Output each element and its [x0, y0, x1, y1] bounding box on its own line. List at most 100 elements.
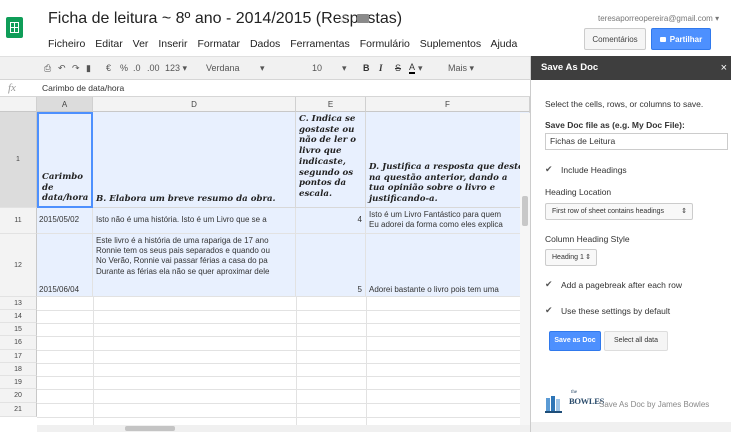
select-arrows-icon: ⇕: [585, 254, 591, 261]
cell-e11[interactable]: 4: [296, 208, 366, 234]
row-header-17[interactable]: 17: [0, 350, 37, 363]
chevron-down-icon[interactable]: ▾: [418, 63, 423, 74]
more-toolbar-button[interactable]: Mais ▾: [448, 63, 474, 74]
grid-line: [93, 297, 94, 432]
currency-format-button[interactable]: €: [106, 63, 111, 73]
default-settings-checkbox[interactable]: ✔: [545, 306, 554, 315]
app-header: Ficha de leitura ~ 8º ano - 2014/2015 (R…: [0, 0, 731, 56]
row-header-19[interactable]: 19: [0, 376, 37, 389]
folder-icon[interactable]: [357, 14, 369, 23]
panel-scrollbar[interactable]: [531, 422, 731, 432]
row-header-15[interactable]: 15: [0, 323, 37, 336]
account-email[interactable]: teresaporreopereira@gmail.com ▾: [598, 14, 719, 23]
filename-label: Save Doc file as (e.g. My Doc File):: [545, 120, 685, 130]
vertical-scrollbar[interactable]: [520, 113, 530, 432]
font-size-select[interactable]: 10: [312, 63, 322, 73]
cell-e12[interactable]: 5: [296, 234, 366, 297]
font-family-select[interactable]: Verdana: [206, 63, 240, 73]
cell-f12[interactable]: Adorei bastante o livro pois tem uma: [366, 234, 530, 297]
cell-f11[interactable]: Isto é um Livro Fantástico para quem Eu …: [366, 208, 530, 234]
column-heading-style-select[interactable]: Heading 1 ⇕: [545, 249, 597, 266]
cell-a1[interactable]: Carimbo de data/hora: [37, 112, 93, 208]
column-header-a[interactable]: A: [37, 97, 93, 112]
percent-format-button[interactable]: %: [120, 63, 128, 73]
row-header-18[interactable]: 18: [0, 363, 37, 376]
grid-line: [37, 336, 520, 337]
formula-bar: fx Carimbo de data/hora: [0, 80, 530, 97]
strikethrough-button[interactable]: S: [395, 63, 401, 73]
spreadsheet-grid[interactable]: A D E F 1 11 12 13 14 15 16 17 18 19 20 …: [0, 97, 530, 432]
heading-location-select[interactable]: First row of sheet contains headings ⇕: [545, 203, 693, 220]
row-header-13[interactable]: 13: [0, 297, 37, 310]
close-icon[interactable]: ×: [721, 62, 727, 74]
row-header-12[interactable]: 12: [0, 234, 37, 297]
grid-line: [296, 297, 297, 432]
row-header-20[interactable]: 20: [0, 389, 37, 403]
row-header-1[interactable]: 1: [0, 112, 37, 208]
cell-f1[interactable]: D. Justifica a resposta que deste na que…: [366, 112, 530, 208]
include-headings-checkbox[interactable]: ✔: [545, 165, 554, 174]
sheets-logo-icon[interactable]: [6, 17, 23, 38]
vertical-scroll-thumb[interactable]: [522, 196, 528, 226]
menu-form[interactable]: Formulário: [360, 38, 410, 50]
cell-d1[interactable]: B. Elabora um breve resumo da obra.: [93, 112, 296, 208]
save-as-doc-button[interactable]: Save as Doc: [549, 331, 601, 351]
redo-icon[interactable]: ↷: [72, 63, 80, 74]
share-button[interactable]: Partilhar: [651, 28, 711, 50]
cell-d12[interactable]: Este livro é a história de uma rapariga …: [93, 234, 296, 297]
menu-view[interactable]: Ver: [133, 38, 149, 50]
panel-title: Save As Doc: [541, 62, 599, 73]
text-color-button[interactable]: A: [409, 63, 416, 74]
account-email-text: teresaporreopereira@gmail.com: [598, 14, 713, 23]
increase-decimals-button[interactable]: .00: [147, 63, 160, 73]
filename-input[interactable]: Fichas de Leitura: [545, 133, 728, 150]
menu-edit[interactable]: Editar: [95, 38, 122, 50]
grid-line: [37, 350, 520, 351]
column-header-e[interactable]: E: [296, 97, 366, 112]
menu-file[interactable]: Ficheiro: [48, 38, 85, 50]
menu-data[interactable]: Dados: [250, 38, 280, 50]
row-header-21[interactable]: 21: [0, 403, 37, 417]
heading-location-label: Heading Location: [545, 187, 612, 197]
cell-d11[interactable]: Isto não é uma história. Isto é um Livro…: [93, 208, 296, 234]
brand-caption: Save As Doc by James Bowles: [599, 400, 710, 409]
horizontal-scroll-thumb[interactable]: [125, 426, 175, 431]
lock-icon: [659, 37, 666, 43]
more-formats-button[interactable]: 123 ▾: [165, 63, 187, 74]
menu-help[interactable]: Ajuda: [490, 38, 517, 50]
include-headings-label: Include Headings: [561, 165, 627, 175]
menu-insert[interactable]: Inserir: [158, 38, 187, 50]
brand-small-text: the: [571, 390, 578, 395]
column-header-d[interactable]: D: [93, 97, 296, 112]
print-icon[interactable]: ⎙: [44, 63, 51, 74]
row-header-16[interactable]: 16: [0, 336, 37, 350]
select-all-data-button[interactable]: Select all data: [604, 331, 668, 351]
cell-a12[interactable]: 2015/06/04: [37, 234, 93, 297]
italic-button[interactable]: I: [379, 63, 383, 73]
horizontal-scrollbar[interactable]: [37, 425, 530, 432]
undo-icon[interactable]: ↶: [58, 63, 66, 74]
cell-a11[interactable]: 2015/05/02: [37, 208, 93, 234]
chevron-down-icon[interactable]: ▾: [342, 63, 347, 74]
menu-tools[interactable]: Ferramentas: [290, 38, 350, 50]
select-all-corner[interactable]: [0, 97, 37, 112]
cell-e1[interactable]: C. Indica se gostaste ou não de ler o li…: [296, 112, 366, 208]
row-header-14[interactable]: 14: [0, 310, 37, 323]
grid-line: [37, 376, 520, 377]
column-heading-style-value: Heading 1: [552, 254, 584, 261]
menu-addons[interactable]: Suplementos: [420, 38, 481, 50]
column-header-f[interactable]: F: [366, 97, 530, 112]
star-icon[interactable]: ☆: [338, 11, 350, 27]
menu-format[interactable]: Formatar: [197, 38, 240, 50]
comments-button[interactable]: Comentários: [584, 28, 646, 50]
chevron-down-icon[interactable]: ▾: [260, 63, 265, 74]
formula-input[interactable]: Carimbo de data/hora: [42, 83, 124, 93]
cell-d12-line: Este livro é a história de uma rapariga …: [96, 236, 269, 245]
cell-d12-line: Durante as férias ela não se quer aproxi…: [96, 266, 270, 276]
more-toolbar-label: Mais: [448, 63, 468, 73]
pagebreak-checkbox[interactable]: ✔: [545, 280, 554, 289]
decrease-decimals-button[interactable]: .0: [133, 63, 141, 73]
bold-button[interactable]: B: [363, 63, 370, 73]
row-header-11[interactable]: 11: [0, 208, 37, 234]
paint-format-icon[interactable]: ▮: [86, 63, 91, 74]
